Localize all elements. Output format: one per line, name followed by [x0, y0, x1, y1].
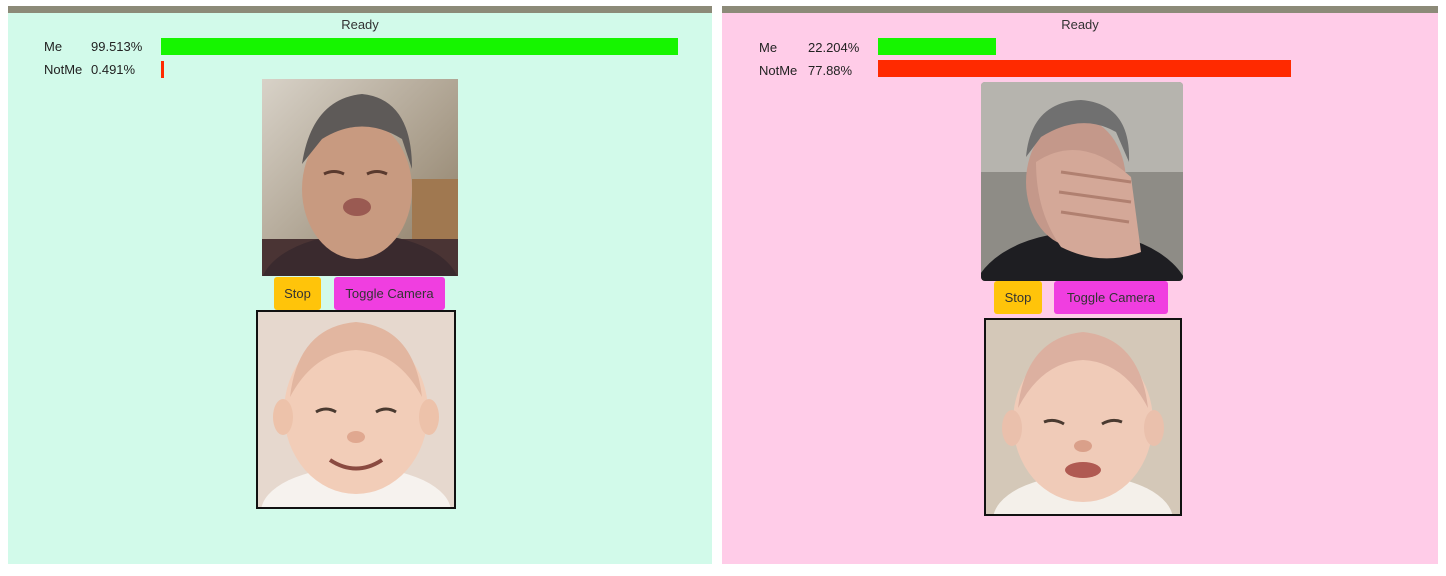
window-top-bar: [8, 6, 712, 13]
baby-face-icon: [986, 320, 1180, 514]
right-panel: Ready Me 22.204% NotMe 77.88% Stop Toggl…: [722, 6, 1438, 564]
notme-percent: 0.491%: [91, 62, 136, 77]
baby-face-icon: [258, 312, 454, 507]
notme-percent: 77.88%: [808, 63, 853, 78]
window-top-bar: [722, 6, 1438, 13]
stop-button[interactable]: Stop: [994, 281, 1042, 314]
me-bar: [161, 38, 678, 55]
camera-feed-image: [262, 79, 458, 276]
status-text: Ready: [341, 17, 379, 32]
toggle-camera-button[interactable]: Toggle Camera: [334, 277, 445, 310]
notme-bar: [878, 60, 1291, 77]
toggle-camera-button[interactable]: Toggle Camera: [1054, 281, 1168, 314]
generated-face-image: [256, 310, 456, 509]
stop-button[interactable]: Stop: [274, 277, 321, 310]
me-bar: [878, 38, 996, 55]
generated-face-image: [984, 318, 1182, 516]
person-photo-icon: [981, 82, 1183, 281]
person-photo-icon: [262, 79, 458, 276]
notme-label: NotMe: [759, 63, 798, 78]
status-text: Ready: [1061, 17, 1099, 32]
notme-bar: [161, 61, 164, 78]
camera-feed-image: [981, 82, 1183, 281]
notme-label: NotMe: [44, 62, 83, 77]
me-percent: 99.513%: [91, 39, 143, 54]
me-percent: 22.204%: [808, 40, 860, 55]
me-label: Me: [44, 39, 63, 54]
left-panel: Ready Me 99.513% NotMe 0.491% Stop Toggl…: [8, 6, 712, 564]
me-label: Me: [759, 40, 778, 55]
